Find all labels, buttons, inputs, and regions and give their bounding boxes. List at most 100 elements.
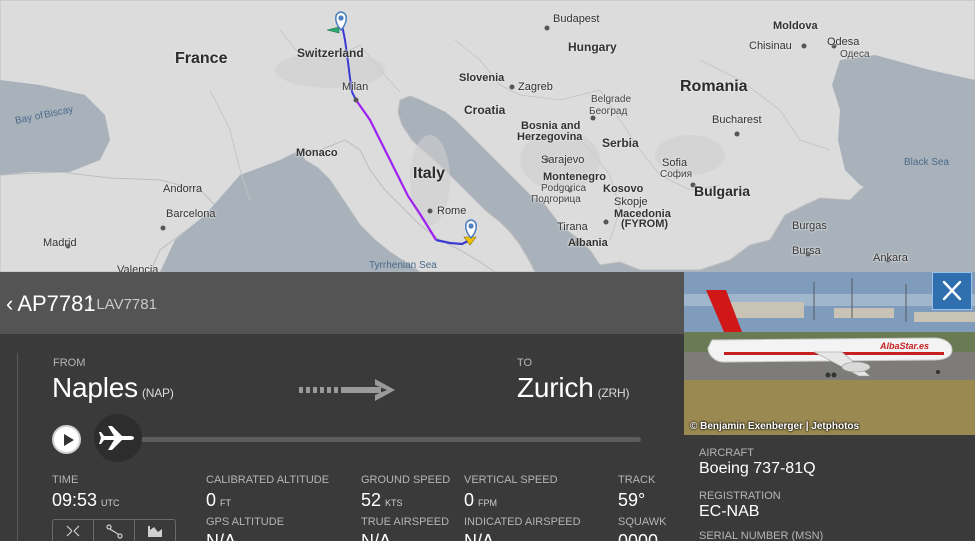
progress-track[interactable] [98,437,641,442]
to-city-name: Zurich [517,372,594,403]
livery-text: AlbaStar.es [879,341,929,351]
label-burgas: Burgas [792,220,827,232]
label-kosovo: Kosovo [603,183,644,195]
to-city[interactable]: Zurich (ZRH) [517,372,629,404]
label-france: France [175,50,228,67]
label-belgrade-cyr: Београд [589,106,628,117]
registration-label: REGISTRATION [699,490,781,502]
close-button[interactable] [932,272,972,310]
label-bursa: Bursa [792,245,821,257]
label-sofia-cyr: София [660,169,693,180]
label-serbia: Serbia [602,136,639,150]
label-italy: Italy [413,165,446,182]
close-icon [942,280,962,301]
gps-altitude-value: N/A [206,531,237,541]
label-zagreb: Zagreb [518,81,553,93]
from-city[interactable]: Naples (NAP) [52,372,174,404]
label-odesa: Odesa [827,36,860,48]
photo-credit[interactable]: © Benjamin Exenberger | Jetphotos [690,421,859,432]
time-value: 09:53 UTC [52,490,120,511]
label-skopje: Skopje [614,196,648,208]
true-airspeed-value: N/A [361,531,392,541]
label-sofia: Sofia [662,157,688,169]
registration-value: EC-NAB [699,503,760,520]
aircraft-label: AIRCRAFT [699,447,754,459]
label-moldova: Moldova [773,20,818,32]
label-podgorica: Podgorica [541,183,587,194]
route-button[interactable] [94,520,135,541]
play-button[interactable] [52,425,81,454]
label-albania: Albania [568,237,608,249]
label-montenegro: Montenegro [543,171,606,183]
indicated-airspeed-value: N/A [464,531,495,541]
track-value: 59° [618,490,646,510]
vertical-speed-unit: FPM [478,498,498,508]
flightradar-view: France Switzerland Italy Romania Hungary… [0,0,975,541]
track-label: TRACK [618,474,656,486]
cal-alt-unit: FT [220,498,232,508]
true-airspeed-label: TRUE AIRSPEED [361,516,450,528]
label-bulgaria: Bulgaria [694,183,751,199]
aircraft-value: Boeing 737-81Q [699,460,816,477]
ground-speed-label: GROUND SPEED [361,474,451,486]
plane-icon [99,426,134,450]
label-belgrade: Belgrade [591,94,632,105]
label-sarajevo: Sarajevo [541,154,585,166]
label-odesa-cyr: Одеса [840,49,870,60]
ground-speed-unit: KTS [385,498,403,508]
label-milan: Milan [342,81,369,93]
calibrated-altitude-label: CALIBRATED ALTITUDE [206,474,330,486]
squawk-value: 0000 [618,531,659,541]
route-arrow-icon [299,379,395,401]
to-code: (ZRH) [597,386,630,400]
label-chisinau: Chisinau [749,40,792,52]
label-budapest: Budapest [553,13,600,25]
flight-number: AP7781 [17,291,96,316]
chevron-left-icon[interactable]: ‹ [6,291,13,316]
label-rome: Rome [437,205,467,217]
fullscreen-button[interactable] [53,520,94,541]
panel-tools [52,519,176,541]
progress-knob[interactable] [94,414,142,462]
label-switzerland: Switzerland [297,46,364,60]
label-tirana: Tirana [557,221,588,233]
vertical-speed-label: VERTICAL SPEED [464,474,558,486]
label-bucharest: Bucharest [712,114,762,126]
label-podgorica-cyr: Подгорица [531,194,581,205]
time-unit: UTC [101,498,120,508]
msn-label: SERIAL NUMBER (MSN) [699,530,824,541]
label-hungary: Hungary [568,40,617,54]
label-black-sea: Black Sea [904,157,950,168]
label-ankara: Ankara [873,252,908,264]
from-city-name: Naples [52,372,138,403]
to-label: TO [517,357,533,369]
flight-callsign: ‹ AP7781 [6,291,96,317]
vertical-speed-value: 0 FPM [464,490,497,511]
label-herzegovina: Herzegovina [517,131,583,143]
ground-speed-value: 52 KTS [361,490,403,511]
label-madrid: Madrid [43,237,77,249]
label-slovenia: Slovenia [459,72,505,84]
from-label: FROM [53,357,86,369]
label-croatia: Croatia [464,103,506,117]
label-romania: Romania [680,78,748,95]
graph-button[interactable] [135,520,175,541]
label-monaco: Monaco [296,147,338,159]
label-tyrrhenian-sea: Tyrrhenian Sea [369,260,437,271]
gps-altitude-label: GPS ALTITUDE [206,516,285,528]
time-label: TIME [52,474,79,486]
route-icon [106,524,123,539]
calibrated-altitude-value: 0 FT [206,490,231,511]
panel-divider [17,353,18,541]
cal-alt-number: 0 [206,490,217,510]
from-code: (NAP) [141,386,174,400]
indicated-airspeed-label: INDICATED AIRSPEED [464,516,581,528]
fullscreen-icon [66,525,80,537]
ground-speed-number: 52 [361,490,382,510]
label-andorra: Andorra [163,183,203,195]
time-number: 09:53 [52,490,98,510]
graph-icon [148,526,162,537]
vertical-speed-number: 0 [464,490,475,510]
play-icon [64,434,74,446]
squawk-label: SQUAWK [618,516,667,528]
